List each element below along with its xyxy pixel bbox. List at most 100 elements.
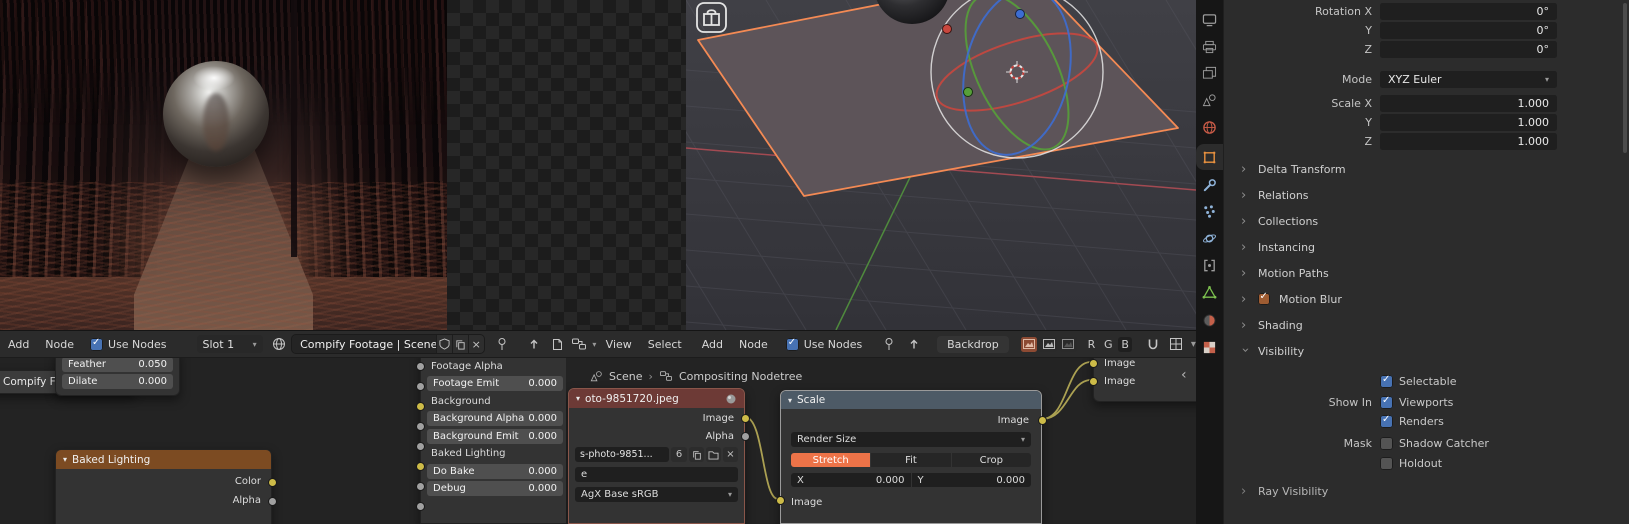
renders-label[interactable]: Renders	[1399, 415, 1444, 428]
debug-field[interactable]: Debug 0.000	[427, 481, 563, 496]
group-io-node[interactable]: Footage Alpha Footage Emit 0.000 Backgrou…	[415, 352, 566, 524]
input-socket-image[interactable]	[775, 495, 785, 505]
breadcrumb-scene[interactable]: Scene	[609, 370, 643, 383]
tab-object-properties[interactable]	[1196, 144, 1223, 170]
menu-add[interactable]: Add	[0, 338, 37, 351]
motion-blur-checkbox[interactable]	[1258, 291, 1270, 305]
scale-node[interactable]: ▾ Scale Image Render Size ▾ Stretch Fit …	[775, 390, 1047, 524]
rotation-x-field[interactable]: 0°	[1380, 3, 1557, 20]
menu-view[interactable]: View	[598, 338, 640, 351]
rotation-mode-dropdown[interactable]: XYZ Euler ▾	[1380, 71, 1557, 88]
section-motion-blur[interactable]: › Motion Blur	[1224, 286, 1629, 312]
image-filename-field[interactable]: s-photo-9851...	[575, 447, 669, 462]
input-socket[interactable]	[415, 402, 425, 411]
tab-texture-properties[interactable]	[1196, 334, 1223, 360]
holdout-label[interactable]: Holdout	[1399, 457, 1442, 470]
scale-y-field[interactable]: 1.000	[1380, 114, 1557, 131]
section-shading[interactable]: › Shading	[1224, 312, 1629, 338]
viewports-label[interactable]: Viewports	[1399, 396, 1453, 409]
gizmo-handle-y[interactable]	[963, 87, 973, 97]
input-socket[interactable]	[415, 382, 425, 391]
input-socket-image[interactable]	[1088, 358, 1098, 368]
collapse-triangle-icon[interactable]: ▾	[788, 396, 792, 405]
size-mode-dropdown[interactable]: Render Size ▾	[791, 432, 1031, 447]
input-socket[interactable]	[415, 362, 425, 371]
duplicate-button[interactable]	[689, 447, 704, 462]
section-instancing[interactable]: › Instancing	[1224, 234, 1629, 260]
gizmo-handle-x[interactable]	[942, 24, 952, 34]
tab-modifier-properties[interactable]	[1196, 172, 1223, 198]
use-nodes-label[interactable]: Use Nodes	[108, 338, 167, 351]
tab-view-layer-properties[interactable]	[1196, 60, 1223, 86]
node-collapse-chevron[interactable]: ‹	[1181, 367, 1187, 383]
backdrop-channel-b-button[interactable]: B	[1118, 336, 1133, 352]
unlink-button[interactable]: ×	[723, 447, 738, 462]
preview-sphere-icon[interactable]	[725, 393, 737, 405]
properties-scrollbar[interactable]	[1623, 3, 1627, 153]
input-socket-image[interactable]	[1088, 376, 1098, 386]
backdrop-channel-alpha-button[interactable]	[1059, 336, 1077, 352]
menu-node[interactable]: Node	[37, 338, 82, 351]
use-nodes-label[interactable]: Use Nodes	[804, 338, 863, 351]
compositor-editor-left[interactable]: Add Node Use Nodes Slot 1 ▾ Compify Foot…	[0, 330, 567, 524]
tab-particle-properties[interactable]	[1196, 198, 1223, 224]
input-socket[interactable]	[415, 462, 425, 471]
3d-viewport[interactable]	[686, 0, 1196, 330]
background-alpha-field[interactable]: Background Alpha 0.000	[427, 411, 563, 426]
slot-dropdown[interactable]: Slot 1 ▾	[196, 335, 263, 353]
fake-user-button[interactable]	[436, 335, 452, 353]
offset-y-field[interactable]: Y 0.000	[911, 473, 1031, 487]
users-count-button[interactable]: 6	[671, 447, 687, 462]
shadow-catcher-label[interactable]: Shadow Catcher	[1399, 437, 1489, 450]
menu-select[interactable]: Select	[640, 338, 690, 351]
section-visibility[interactable]: › Visibility	[1224, 338, 1629, 364]
editor-type-button[interactable]: ▾	[570, 335, 598, 353]
shadow-catcher-checkbox[interactable]	[1380, 437, 1393, 450]
scale-node-header[interactable]: ▾ Scale	[781, 391, 1041, 409]
input-socket[interactable]	[415, 442, 425, 451]
browse-id-button[interactable]	[271, 335, 288, 353]
feather-field[interactable]: Feather 0.050	[62, 356, 173, 372]
rotation-z-field[interactable]: 0°	[1380, 41, 1557, 58]
input-socket[interactable]	[415, 422, 425, 431]
header-more-dropdown[interactable]: ▾	[1191, 339, 1196, 350]
tab-material-properties[interactable]	[1196, 307, 1223, 333]
nodetree-name-field[interactable]: Compify Footage | Scene	[292, 335, 437, 353]
snapshot-button[interactable]	[549, 335, 566, 353]
gizmo-handle-z[interactable]	[1015, 9, 1025, 19]
menu-node[interactable]: Node	[731, 338, 776, 351]
output-socket-alpha[interactable]	[740, 431, 750, 441]
offset-x-field[interactable]: X 0.000	[791, 473, 911, 487]
backdrop-channel-r-button[interactable]: R	[1085, 337, 1099, 352]
renders-checkbox[interactable]	[1380, 414, 1393, 428]
image-node-header[interactable]: ▾ oto-9851720.jpeg	[569, 389, 744, 408]
backdrop-channel-color-button[interactable]	[1020, 336, 1038, 352]
unlink-button[interactable]: ×	[467, 335, 484, 353]
compositor-editor-right[interactable]: ▾ View Select Add Node Use Nodes Backdro…	[566, 330, 1196, 524]
use-nodes-checkbox[interactable]	[90, 337, 104, 351]
tab-physics-properties[interactable]	[1196, 225, 1223, 251]
use-nodes-checkbox[interactable]	[785, 337, 799, 351]
go-parent-button[interactable]	[905, 335, 923, 353]
section-ray-visibility[interactable]: › Ray Visibility	[1224, 478, 1629, 504]
section-motion-paths[interactable]: › Motion Paths	[1224, 260, 1629, 286]
selectable-label[interactable]: Selectable	[1399, 375, 1456, 388]
pin-button[interactable]	[494, 335, 511, 353]
crop-button[interactable]: Crop	[951, 453, 1031, 467]
collapse-triangle-icon[interactable]: ▾	[576, 394, 580, 403]
holdout-checkbox[interactable]	[1380, 457, 1393, 470]
section-relations[interactable]: › Relations	[1224, 182, 1629, 208]
selectable-checkbox[interactable]	[1380, 374, 1393, 388]
tab-world-properties[interactable]	[1196, 114, 1223, 140]
pin-button[interactable]	[880, 335, 898, 353]
tab-output-properties[interactable]	[1196, 34, 1223, 60]
section-collections[interactable]: › Collections	[1224, 208, 1629, 234]
do-bake-field[interactable]: Do Bake 0.000	[427, 463, 563, 479]
baked-lighting-node[interactable]: ▾ Baked Lighting Color Alpha	[55, 449, 277, 524]
tab-render-properties[interactable]	[1196, 7, 1223, 33]
input-socket[interactable]	[415, 502, 425, 511]
snap-button[interactable]	[1144, 335, 1162, 353]
duplicate-button[interactable]	[451, 335, 468, 353]
viewports-checkbox[interactable]	[1380, 395, 1393, 409]
output-socket-color[interactable]	[267, 477, 277, 487]
